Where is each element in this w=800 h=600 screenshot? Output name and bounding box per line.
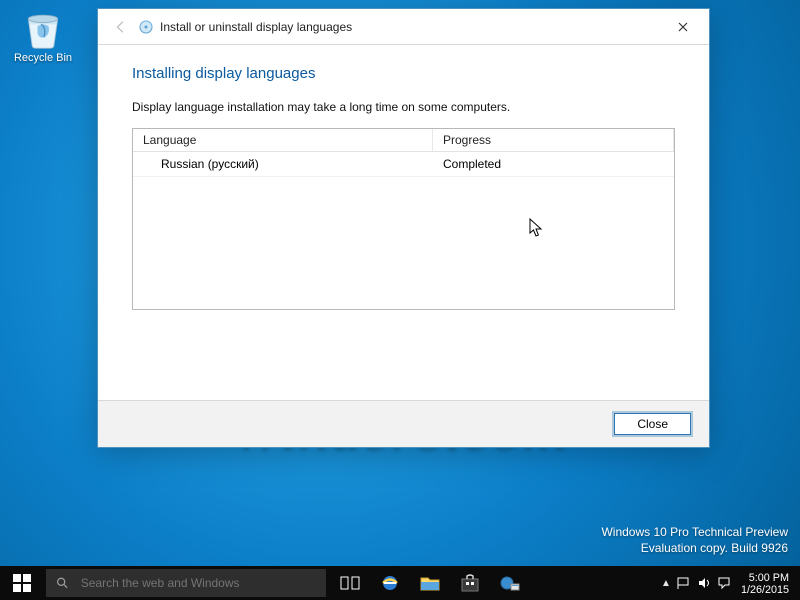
store-button[interactable] <box>450 566 490 600</box>
windows-logo-icon <box>13 574 31 592</box>
ie-icon <box>379 572 401 594</box>
desktop: Winaero.com Recycle Bin Windows 10 Pro T… <box>0 0 800 600</box>
task-view-button[interactable] <box>330 566 370 600</box>
language-progress-table: Language Progress Russian (русский) Comp… <box>132 128 675 310</box>
action-center-icon[interactable] <box>717 576 731 590</box>
clock-time: 5:00 PM <box>741 572 789 584</box>
store-icon <box>459 572 481 594</box>
taskbar-search[interactable] <box>46 569 326 597</box>
settings-app-icon <box>499 572 521 594</box>
tray-overflow-chevron-icon[interactable]: ▲ <box>661 578 671 589</box>
network-flag-icon[interactable] <box>677 576 691 590</box>
dialog-content: Installing display languages Display lan… <box>98 45 709 400</box>
explorer-button[interactable] <box>410 566 450 600</box>
table-header: Language Progress <box>133 129 674 152</box>
desktop-build-info: Windows 10 Pro Technical Preview Evaluat… <box>601 524 788 556</box>
cell-language: Russian (русский) <box>133 152 433 176</box>
col-progress[interactable]: Progress <box>433 129 674 151</box>
recycle-bin-label: Recycle Bin <box>8 52 78 64</box>
recycle-bin-icon[interactable]: Recycle Bin <box>8 6 78 64</box>
dialog-title: Install or uninstall display languages <box>160 20 352 34</box>
system-tray: ▲ 5:00 PM 1/26/2015 <box>655 566 800 600</box>
taskbar-clock[interactable]: 5:00 PM 1/26/2015 <box>737 570 792 596</box>
close-button[interactable] <box>663 14 703 40</box>
close-dialog-button[interactable]: Close <box>614 413 691 435</box>
table-row[interactable]: Russian (русский) Completed <box>133 152 674 177</box>
dialog-titlebar: Install or uninstall display languages <box>98 9 709 45</box>
mouse-cursor-icon <box>529 218 545 238</box>
dialog-heading: Installing display languages <box>132 65 675 82</box>
taskbar: ▲ 5:00 PM 1/26/2015 <box>0 566 800 600</box>
table-body: Russian (русский) Completed <box>133 152 674 177</box>
folder-icon <box>419 572 441 594</box>
dialog-note: Display language installation may take a… <box>132 100 675 114</box>
build-line-2: Evaluation copy. Build 9926 <box>601 540 788 556</box>
clock-date: 1/26/2015 <box>741 584 789 596</box>
back-button[interactable] <box>112 18 130 36</box>
col-language[interactable]: Language <box>133 129 433 151</box>
globe-cd-icon <box>138 19 154 35</box>
cell-progress: Completed <box>433 152 674 176</box>
install-languages-dialog: Install or uninstall display languages I… <box>97 8 710 448</box>
task-view-icon <box>339 572 361 594</box>
running-app-icon[interactable] <box>490 566 530 600</box>
trash-icon <box>21 6 65 50</box>
start-button[interactable] <box>0 566 44 600</box>
search-icon <box>56 576 69 590</box>
ie-button[interactable] <box>370 566 410 600</box>
volume-icon[interactable] <box>697 576 711 590</box>
build-line-1: Windows 10 Pro Technical Preview <box>601 524 788 540</box>
dialog-footer: Close <box>98 400 709 447</box>
search-input[interactable] <box>79 575 316 591</box>
